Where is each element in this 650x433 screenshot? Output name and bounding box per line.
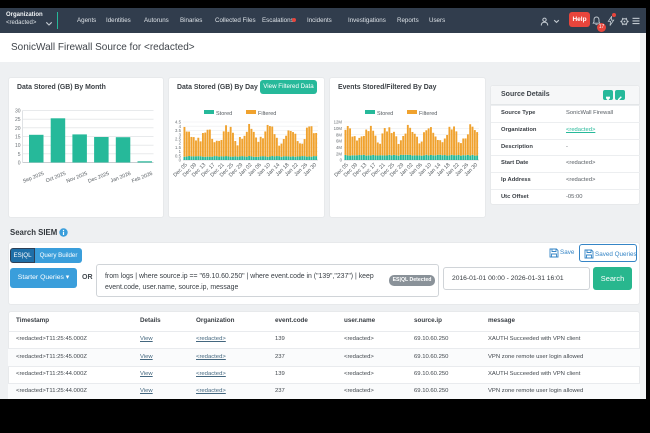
svg-text:2M: 2M — [336, 151, 342, 156]
svg-text:Sep 2025: Sep 2025 — [22, 171, 45, 185]
svg-text:30: 30 — [15, 109, 21, 115]
svg-text:4M: 4M — [336, 145, 342, 150]
svg-text:5: 5 — [18, 152, 21, 158]
svg-text:Oct 2025: Oct 2025 — [45, 171, 67, 184]
svg-text:0: 0 — [18, 161, 21, 167]
svg-text:Filtered: Filtered — [419, 111, 437, 117]
svg-text:3: 3 — [179, 132, 182, 137]
svg-text:10M: 10M — [334, 126, 343, 131]
svg-text:Stored: Stored — [216, 111, 232, 117]
svg-text:1: 1 — [179, 149, 182, 154]
svg-text:6M: 6M — [336, 139, 342, 144]
svg-text:10: 10 — [15, 143, 21, 149]
svg-text:8M: 8M — [336, 132, 342, 137]
svg-text:20: 20 — [15, 126, 21, 132]
svg-text:Jan 2026: Jan 2026 — [110, 171, 132, 185]
svg-text:Nov 2025: Nov 2025 — [66, 171, 89, 185]
svg-text:25: 25 — [15, 117, 21, 123]
svg-text:12M: 12M — [334, 120, 343, 125]
svg-text:Feb 2026: Feb 2026 — [131, 171, 154, 185]
svg-text:Filtered: Filtered — [258, 111, 276, 117]
svg-text:4.5: 4.5 — [175, 120, 182, 125]
svg-text:0: 0 — [340, 158, 343, 163]
svg-text:15: 15 — [15, 135, 21, 141]
svg-text:Stored: Stored — [377, 111, 393, 117]
svg-text:Dec 2025: Dec 2025 — [87, 171, 110, 185]
